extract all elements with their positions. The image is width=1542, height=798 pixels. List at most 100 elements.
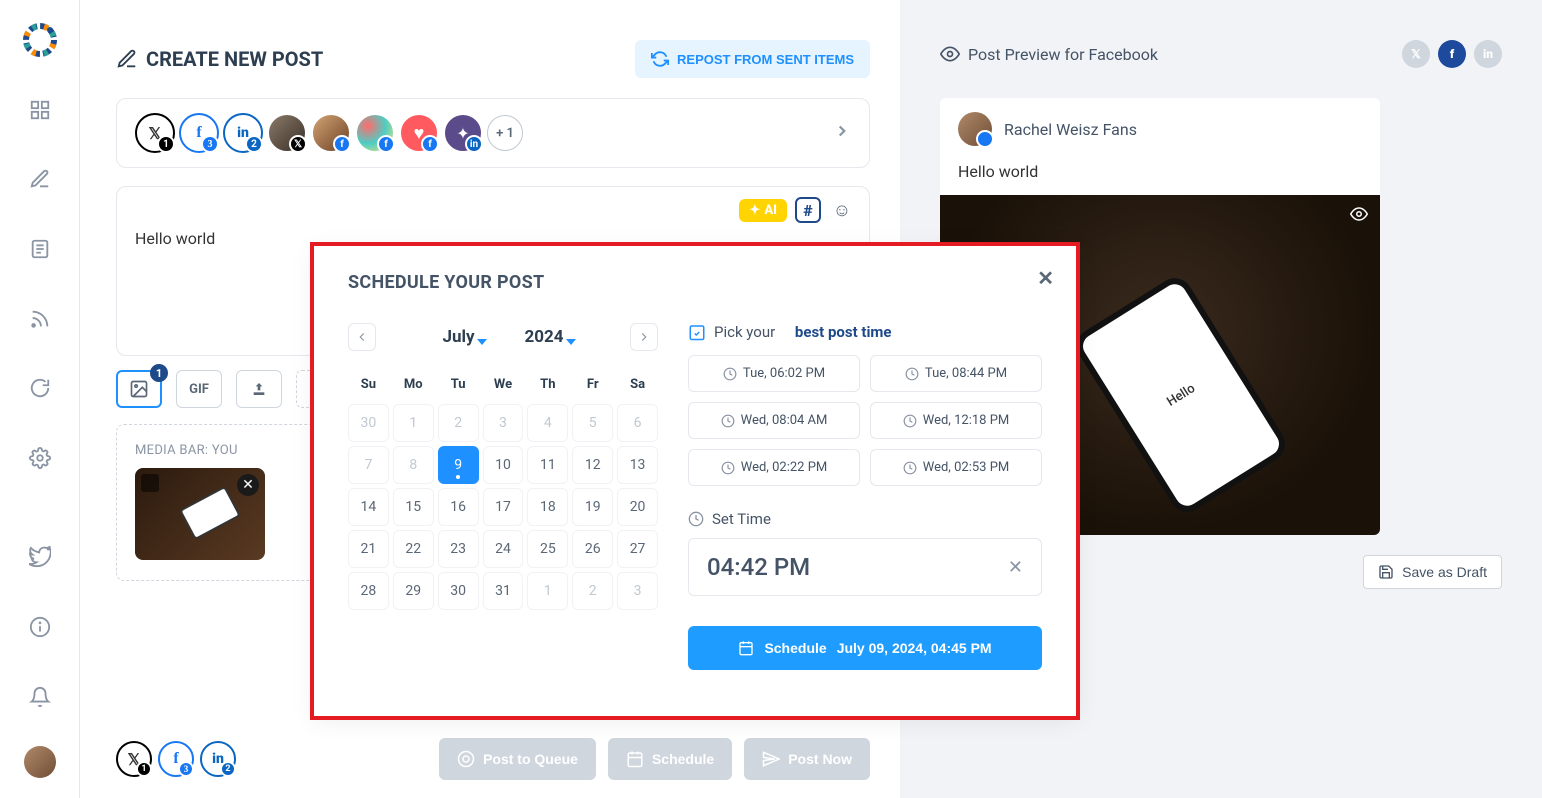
calendar-day[interactable]: 12 xyxy=(572,446,613,484)
twitter-icon[interactable] xyxy=(20,538,60,578)
best-time-option[interactable]: Wed, 02:22 PM xyxy=(688,449,860,486)
page-title-text: CREATE NEW POST xyxy=(146,47,323,71)
calendar-day[interactable]: 30 xyxy=(348,404,389,442)
user-avatar[interactable] xyxy=(24,746,56,778)
best-time-option[interactable]: Wed, 02:53 PM xyxy=(870,449,1042,486)
dashboard-icon[interactable] xyxy=(20,90,60,130)
calendar-day[interactable]: 8 xyxy=(393,446,434,484)
calendar-day[interactable]: 22 xyxy=(393,530,434,568)
calendar-day[interactable]: 3 xyxy=(483,404,524,442)
calendar-next[interactable] xyxy=(630,323,658,351)
modal-close-icon[interactable]: ✕ xyxy=(1037,266,1054,290)
footer-account-li[interactable]: in2 xyxy=(200,741,236,777)
calendar-day[interactable]: 10 xyxy=(483,446,524,484)
calendar-day[interactable]: 3 xyxy=(617,572,658,610)
account-profile-3[interactable]: f xyxy=(355,113,395,153)
calendar-day[interactable]: 27 xyxy=(617,530,658,568)
calendar-day[interactable]: 18 xyxy=(527,488,568,526)
calendar-day[interactable]: 26 xyxy=(572,530,613,568)
settings-icon[interactable] xyxy=(20,438,60,478)
calendar-prev[interactable] xyxy=(348,323,376,351)
calendar-day[interactable]: 16 xyxy=(438,488,479,526)
calendar-day[interactable]: 21 xyxy=(348,530,389,568)
chevron-right-icon[interactable] xyxy=(833,122,851,144)
app-logo[interactable] xyxy=(20,20,60,60)
calendar-day[interactable]: 15 xyxy=(393,488,434,526)
preview-li-icon[interactable]: in xyxy=(1474,40,1502,68)
post-to-queue-button[interactable]: Post to Queue xyxy=(439,738,596,780)
calendar-month[interactable]: July xyxy=(442,327,474,347)
emoji-button[interactable]: ☺ xyxy=(829,197,855,223)
pin-icon[interactable] xyxy=(141,474,159,492)
best-time-option[interactable]: Wed, 08:04 AM xyxy=(688,402,860,439)
footer-account-x[interactable]: 𝕏1 xyxy=(116,741,152,777)
calendar-day[interactable]: 14 xyxy=(348,488,389,526)
post-now-button[interactable]: Post Now xyxy=(744,738,870,780)
calendar-day[interactable]: 1 xyxy=(527,572,568,610)
account-profile-1[interactable]: 𝕏 xyxy=(267,113,307,153)
calendar-day[interactable]: 19 xyxy=(572,488,613,526)
account-profile-4[interactable]: ♥f xyxy=(399,113,439,153)
clear-time-icon[interactable]: ✕ xyxy=(1008,557,1023,578)
schedule-button[interactable]: Schedule xyxy=(608,738,732,780)
rss-icon[interactable] xyxy=(20,299,60,339)
account-x[interactable]: 𝕏1 xyxy=(135,113,175,153)
account-profile-5[interactable]: ✦in xyxy=(443,113,483,153)
save-draft-button[interactable]: Save as Draft xyxy=(1363,555,1502,589)
recycle-icon[interactable] xyxy=(20,368,60,408)
bell-icon[interactable] xyxy=(20,677,60,717)
pick-time-label: Pick your best post time xyxy=(688,323,1042,341)
time-input[interactable]: 04:42 PM ✕ xyxy=(688,538,1042,596)
remove-media-icon[interactable]: ✕ xyxy=(237,474,259,496)
preview-eye-icon[interactable] xyxy=(1350,205,1368,227)
calendar-day[interactable]: 25 xyxy=(527,530,568,568)
best-time-option[interactable]: Wed, 12:18 PM xyxy=(870,402,1042,439)
calendar-day[interactable]: 13 xyxy=(617,446,658,484)
info-icon[interactable] xyxy=(20,607,60,647)
feed-icon[interactable] xyxy=(20,229,60,269)
calendar-day[interactable]: 30 xyxy=(438,572,479,610)
preview-x-icon[interactable]: 𝕏 xyxy=(1402,40,1430,68)
best-time-option[interactable]: Tue, 06:02 PM xyxy=(688,355,860,392)
calendar-day[interactable]: 24 xyxy=(483,530,524,568)
account-linkedin[interactable]: in2 xyxy=(223,113,263,153)
best-time-option[interactable]: Tue, 08:44 PM xyxy=(870,355,1042,392)
calendar-day[interactable]: 17 xyxy=(483,488,524,526)
gif-button[interactable]: GIF xyxy=(176,370,222,408)
calendar-day[interactable]: 1 xyxy=(393,404,434,442)
edit-icon xyxy=(116,48,138,70)
image-button[interactable]: 1 xyxy=(116,370,162,408)
calendar-day[interactable]: 2 xyxy=(572,572,613,610)
hashtag-button[interactable]: # xyxy=(795,197,821,223)
calendar-day[interactable]: 4 xyxy=(527,404,568,442)
preview-fb-icon[interactable]: f xyxy=(1438,40,1466,68)
upload-button[interactable] xyxy=(236,370,282,408)
account-profile-2[interactable]: f xyxy=(311,113,351,153)
calendar-day[interactable]: 23 xyxy=(438,530,479,568)
calendar-year[interactable]: 2024 xyxy=(525,327,564,347)
calendar-day[interactable]: 31 xyxy=(483,572,524,610)
footer-buttons: Post to Queue Schedule Post Now xyxy=(439,738,870,780)
calendar-day[interactable]: 28 xyxy=(348,572,389,610)
eye-icon xyxy=(940,44,960,64)
calendar-day[interactable]: 2 xyxy=(438,404,479,442)
calendar-day[interactable]: 20 xyxy=(617,488,658,526)
account-facebook[interactable]: f3 xyxy=(179,113,219,153)
compose-icon[interactable] xyxy=(20,160,60,200)
calendar-day[interactable]: 5 xyxy=(572,404,613,442)
account-more[interactable]: + 1 xyxy=(487,115,523,151)
media-thumbnail[interactable]: ✕ xyxy=(135,468,265,560)
fb-icon: f xyxy=(377,135,395,153)
schedule-confirm-button[interactable]: Schedule July 09, 2024, 04:45 PM xyxy=(688,626,1042,670)
calendar-day[interactable]: 9 xyxy=(438,446,479,484)
calendar-day[interactable]: 6 xyxy=(617,404,658,442)
footer-account-fb[interactable]: f3 xyxy=(158,741,194,777)
calendar-dow: We xyxy=(483,369,524,400)
best-time-grid: Tue, 06:02 PM Tue, 08:44 PM Wed, 08:04 AM W… xyxy=(688,355,1042,486)
calendar-day[interactable]: 7 xyxy=(348,446,389,484)
ai-button[interactable]: ✦ AI xyxy=(739,199,787,222)
calendar-day[interactable]: 29 xyxy=(393,572,434,610)
calendar-day[interactable]: 11 xyxy=(527,446,568,484)
accounts-card[interactable]: 𝕏1 f3 in2 𝕏 f f ♥f ✦in + 1 xyxy=(116,98,870,168)
repost-button[interactable]: REPOST FROM SENT ITEMS xyxy=(635,40,870,78)
